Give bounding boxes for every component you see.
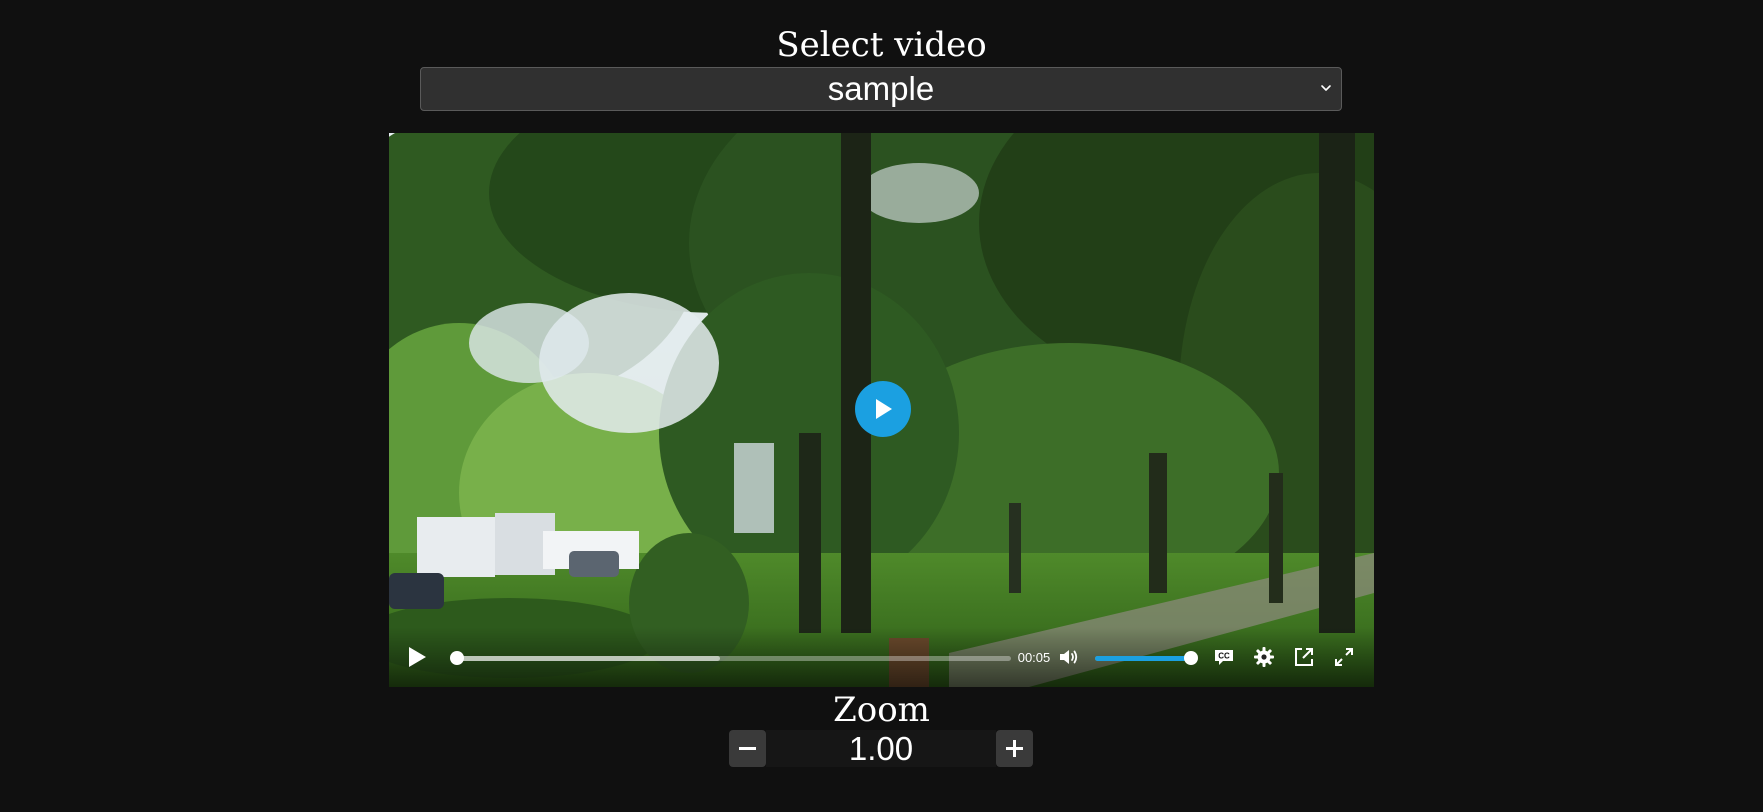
select-video-label: Select video: [776, 25, 987, 65]
captions-icon[interactable]: CC: [1213, 646, 1235, 668]
video-select-dropdown[interactable]: sample: [420, 67, 1342, 111]
svg-text:CC: CC: [1218, 652, 1230, 661]
volume-fill: [1095, 656, 1191, 661]
volume-icon[interactable]: [1057, 645, 1081, 669]
seek-buffered: [451, 656, 720, 661]
play-icon[interactable]: [406, 645, 428, 669]
play-icon: [876, 399, 892, 419]
video-select-value: sample: [827, 70, 935, 107]
volume-thumb[interactable]: [1184, 651, 1198, 665]
gear-icon[interactable]: [1253, 646, 1275, 668]
seek-thumb[interactable]: [449, 651, 464, 665]
zoom-out-button[interactable]: [729, 730, 766, 767]
zoom-label: Zoom: [833, 690, 930, 730]
zoom-value: 1.00: [766, 730, 996, 767]
video-player[interactable]: 00:05 CC: [389, 133, 1374, 687]
volume-slider[interactable]: [1095, 651, 1198, 665]
big-play-button[interactable]: [855, 381, 911, 437]
player-controls: 00:05 CC: [389, 627, 1374, 687]
fullscreen-icon[interactable]: [1333, 646, 1355, 668]
current-time: 00:05: [1017, 650, 1051, 665]
picture-in-picture-icon[interactable]: [1293, 646, 1315, 668]
zoom-in-button[interactable]: [996, 730, 1033, 767]
chevron-down-icon: [1321, 85, 1331, 91]
minus-icon: [739, 747, 756, 750]
plus-icon: [1006, 740, 1023, 757]
seek-bar[interactable]: [449, 651, 1011, 665]
